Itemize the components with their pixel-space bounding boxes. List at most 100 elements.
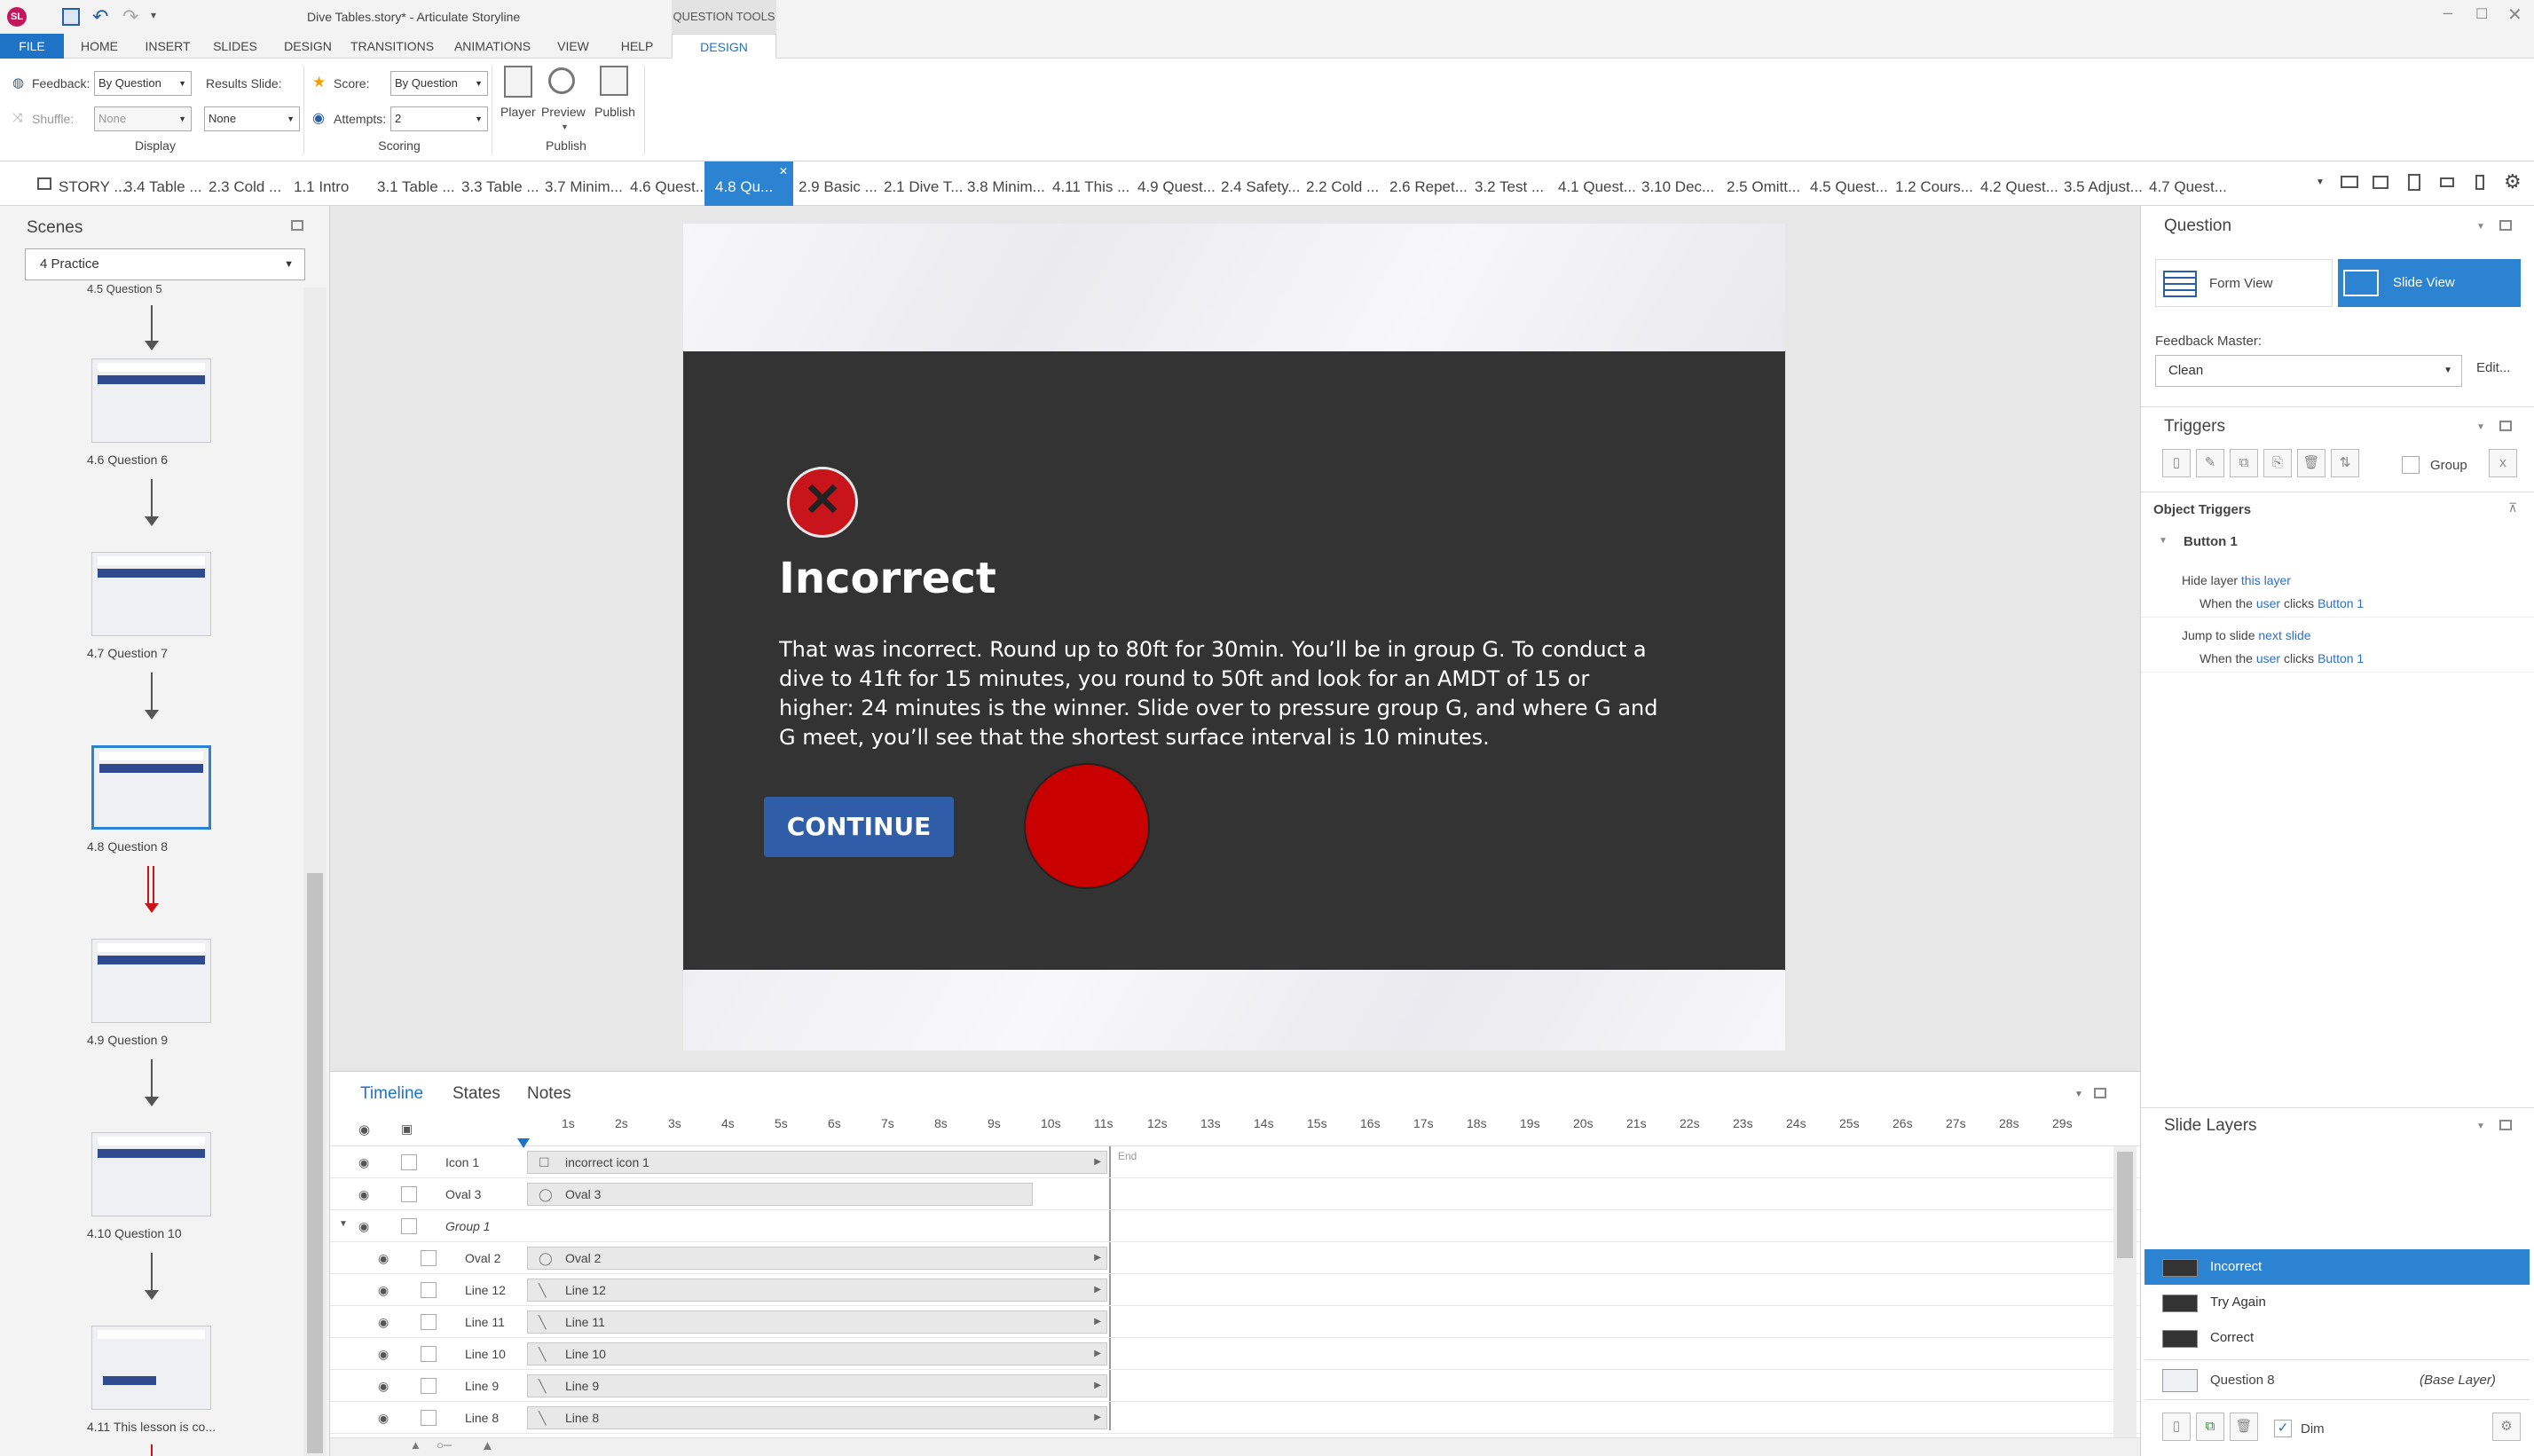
slide-layer-item[interactable]: Incorrect <box>2144 1249 2530 1285</box>
eye-icon[interactable]: ◉ <box>358 1155 369 1170</box>
tab-notes[interactable]: Notes <box>527 1084 571 1104</box>
timeline-object-bar[interactable]: ╲ Line 9 ▶ <box>527 1374 1107 1397</box>
slide-tab[interactable]: 2.2 Cold ... <box>1306 161 1379 206</box>
expand-right-icon[interactable]: ▶ <box>1094 1375 1101 1397</box>
expand-right-icon[interactable]: ▶ <box>1094 1279 1101 1301</box>
scene-select[interactable]: 4 Practice ▼ <box>25 248 305 280</box>
lock-checkbox[interactable] <box>401 1186 417 1202</box>
zoom-slider-icon[interactable]: ○─ <box>437 1438 452 1452</box>
phone-landscape-icon[interactable] <box>2440 177 2454 187</box>
group-checkbox[interactable] <box>2402 456 2420 474</box>
collapse-icon[interactable]: ▼ <box>2476 1122 2485 1131</box>
collapse-icon[interactable]: ▼ <box>2476 222 2485 232</box>
timeline-row[interactable]: ◉ Line 10 ╲ Line 10 ▶ <box>330 1338 2140 1370</box>
slide-tab[interactable]: 4.7 Quest... <box>2149 161 2227 206</box>
scenes-scrollbar-thumb[interactable] <box>307 873 323 1453</box>
tab-timeline[interactable]: Timeline <box>360 1084 423 1104</box>
eye-icon[interactable]: ◉ <box>378 1411 389 1426</box>
slide-thumbnail[interactable] <box>91 745 211 830</box>
tabs-overflow-icon[interactable]: ▼ <box>2316 177 2325 187</box>
slide-tab[interactable]: 3.5 Adjust... <box>2064 161 2143 206</box>
shuffle-select[interactable]: None ▼ <box>94 106 192 131</box>
tab-slides[interactable]: SLIDES <box>208 34 263 59</box>
minimize-icon[interactable]: – <box>2444 4 2452 22</box>
lock-checkbox[interactable] <box>401 1218 417 1234</box>
tablet-landscape-icon[interactable] <box>2373 176 2388 189</box>
close-tab-icon[interactable]: ✕ <box>779 165 788 177</box>
tab-file[interactable]: FILE <box>0 34 64 59</box>
expand-right-icon[interactable]: ▶ <box>1094 1311 1101 1333</box>
player-button[interactable]: Player <box>497 66 539 130</box>
edit-feedback-master-link[interactable]: Edit... <box>2476 360 2510 375</box>
duplicate-layer-icon[interactable]: ⧉ <box>2196 1413 2224 1441</box>
tab-animations[interactable]: ANIMATIONS <box>444 34 541 59</box>
slide-tab[interactable]: 4.11 This ... <box>1052 161 1129 206</box>
panel-dock-icon[interactable] <box>2499 1120 2512 1130</box>
lock-checkbox[interactable] <box>421 1282 437 1298</box>
slide-thumbnail[interactable] <box>91 939 211 1023</box>
timeline-vscroll-thumb[interactable] <box>2117 1152 2133 1258</box>
tab-help[interactable]: HELP <box>610 34 664 59</box>
timeline-object-bar[interactable]: ╲ Line 10 ▶ <box>527 1342 1107 1365</box>
timeline-row[interactable]: ◉ Icon 1 ☐ incorrect icon 1 ▶ <box>330 1146 2140 1178</box>
slide-view-button[interactable]: Slide View <box>2338 259 2521 307</box>
timeline-object-bar[interactable]: ╲ Line 12 ▶ <box>527 1279 1107 1302</box>
lock-checkbox[interactable] <box>421 1410 437 1426</box>
slide-thumbnail[interactable] <box>91 1132 211 1216</box>
slide-tab[interactable]: 3.1 Table ... <box>377 161 455 206</box>
trigger-object-name[interactable]: Button 1 <box>2184 534 2238 549</box>
lock-checkbox[interactable] <box>401 1154 417 1170</box>
base-layer-row[interactable]: Question 8 (Base Layer) <box>2144 1359 2530 1400</box>
timeline-row[interactable]: ◉ Line 9 ╲ Line 9 ▶ <box>330 1370 2140 1402</box>
timeline-row[interactable]: ▼ ◉ Group 1 <box>330 1210 2140 1242</box>
timeline-row[interactable]: ◉ Oval 2 ◯ Oval 2 ▶ <box>330 1242 2140 1274</box>
slide-tab[interactable]: 4.1 Quest... <box>1558 161 1636 206</box>
panel-dock-icon[interactable] <box>2499 421 2512 431</box>
slide-layer-item[interactable]: Correct <box>2144 1320 2530 1356</box>
continue-button[interactable]: CONTINUE <box>764 797 954 857</box>
gear-icon[interactable]: ⚙ <box>2504 170 2522 193</box>
tab-states[interactable]: States <box>452 1084 500 1104</box>
slide-thumbnail[interactable] <box>91 358 211 443</box>
trigger-item[interactable]: Jump to slide next slide When the user cl… <box>2141 619 2534 673</box>
lock-icon[interactable]: ▣ <box>401 1122 413 1137</box>
maximize-icon[interactable]: ☐ <box>2475 5 2488 23</box>
feedback-select[interactable]: By Question ▼ <box>94 71 192 96</box>
eye-icon[interactable]: ◉ <box>378 1251 389 1266</box>
tablet-portrait-icon[interactable] <box>2408 174 2420 191</box>
slide-tab[interactable]: 3.8 Minim... <box>967 161 1045 206</box>
lock-checkbox[interactable] <box>421 1250 437 1266</box>
undo-icon[interactable]: ↶ <box>92 5 108 28</box>
feedback-master-select[interactable]: Clean ▼ <box>2155 355 2462 387</box>
delete-layer-icon[interactable]: 🗑 <box>2230 1413 2258 1441</box>
eye-icon[interactable]: ◉ <box>358 1187 369 1202</box>
timeline-object-bar[interactable]: ╲ Line 8 ▶ <box>527 1406 1107 1429</box>
expand-icon[interactable]: ▼ <box>2159 536 2168 546</box>
desktop-view-icon[interactable] <box>2341 176 2358 188</box>
slide-tab[interactable]: 4.2 Quest... <box>1980 161 2058 206</box>
collapse-icon[interactable]: ▼ <box>2476 422 2485 432</box>
redo-icon[interactable]: ↷ <box>122 5 138 28</box>
score-select[interactable]: By Question ▼ <box>390 71 488 96</box>
eye-icon[interactable]: ◉ <box>358 1219 369 1234</box>
panel-dock-icon[interactable] <box>2499 220 2512 231</box>
eye-icon[interactable]: ◉ <box>378 1379 389 1394</box>
slide-tab[interactable]: 4.5 Quest... <box>1810 161 1888 206</box>
dim-checkbox[interactable]: ✓ <box>2274 1420 2292 1437</box>
tab-question-design[interactable]: DESIGN <box>672 34 776 59</box>
layer-settings-icon[interactable]: ⚙ <box>2492 1413 2521 1441</box>
expand-right-icon[interactable]: ▶ <box>1094 1152 1101 1173</box>
timeline-hscroll[interactable]: ▲ ○─ ▲ <box>330 1437 2140 1456</box>
results-slide-select[interactable]: None ▼ <box>204 106 300 131</box>
zoom-in-icon[interactable]: ▲ <box>481 1438 494 1453</box>
eye-icon[interactable]: ◉ <box>378 1347 389 1362</box>
tab-transitions[interactable]: TRANSITIONS <box>348 34 437 59</box>
timeline-row[interactable]: ◉ Line 11 ╲ Line 11 ▶ <box>330 1306 2140 1338</box>
slide-thumbnail[interactable] <box>91 552 211 636</box>
expand-right-icon[interactable]: ▶ <box>1094 1247 1101 1269</box>
slide-tab[interactable]: 4.9 Quest... <box>1137 161 1216 206</box>
tab-insert[interactable]: INSERT <box>137 34 199 59</box>
reorder-trigger-icon[interactable]: ⇅ <box>2331 449 2359 477</box>
slide-tab[interactable]: 1.2 Cours... <box>1895 161 1973 206</box>
timeline-object-bar[interactable]: ◯ Oval 3 <box>527 1183 1033 1206</box>
